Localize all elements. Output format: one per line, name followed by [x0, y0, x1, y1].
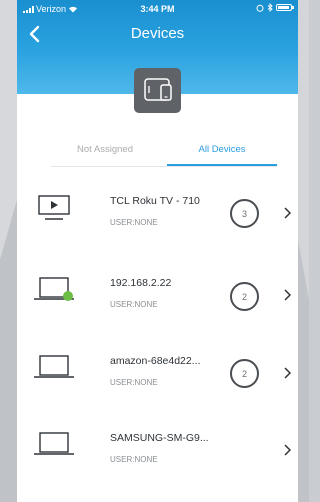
- device-user: USER:NONE: [110, 455, 158, 464]
- device-name: amazon-68e4d22...: [110, 355, 201, 367]
- device-name: SAMSUNG-SM-G9...: [110, 432, 209, 444]
- device-row-192-168-2-22[interactable]: 192.168.2.22 USER:NONE 2: [17, 277, 298, 357]
- bluetooth-icon: [267, 3, 273, 12]
- alarm-icon: [256, 4, 264, 12]
- tv-icon: [38, 195, 70, 220]
- devices-tile: [134, 68, 181, 113]
- chevron-right-icon: [284, 289, 291, 301]
- phone-screen: Verizon 3:44 PM Devices Not Assigned All…: [17, 0, 298, 502]
- device-count-badge: 2: [230, 282, 259, 311]
- status-bar: Verizon 3:44 PM: [17, 0, 298, 18]
- device-row-samsung[interactable]: SAMSUNG-SM-G9... USER:NONE: [17, 432, 298, 502]
- devices-icon: [144, 78, 172, 101]
- tab-all-devices[interactable]: All Devices: [167, 144, 277, 166]
- device-count-badge: 2: [230, 359, 259, 388]
- laptop-icon: [34, 432, 74, 455]
- status-right: [256, 3, 294, 12]
- device-tabs: Not Assigned All Devices: [17, 144, 298, 184]
- page-title: Devices: [130, 25, 185, 42]
- device-user: USER:NONE: [110, 218, 158, 227]
- device-user: USER:NONE: [110, 300, 158, 309]
- device-row-tcl-roku[interactable]: TCL Roku TV - 710 USER:NONE 3: [17, 195, 298, 275]
- laptop-icon: [34, 355, 74, 378]
- tab-not-assigned[interactable]: Not Assigned: [55, 144, 155, 166]
- device-name: 192.168.2.22: [110, 277, 172, 289]
- laptop-icon: [34, 277, 74, 301]
- chevron-right-icon: [284, 207, 291, 219]
- device-count-badge: 3: [230, 199, 259, 228]
- online-status-icon: [63, 291, 73, 301]
- battery-icon: [276, 4, 294, 11]
- chevron-right-icon: [284, 367, 291, 379]
- device-user: USER:NONE: [110, 378, 158, 387]
- device-name: TCL Roku TV - 710: [110, 195, 200, 207]
- chevron-right-icon: [284, 444, 291, 456]
- tab-divider: [51, 166, 277, 167]
- tab-active-indicator: [167, 164, 277, 166]
- device-row-amazon[interactable]: amazon-68e4d22... USER:NONE 2: [17, 355, 298, 435]
